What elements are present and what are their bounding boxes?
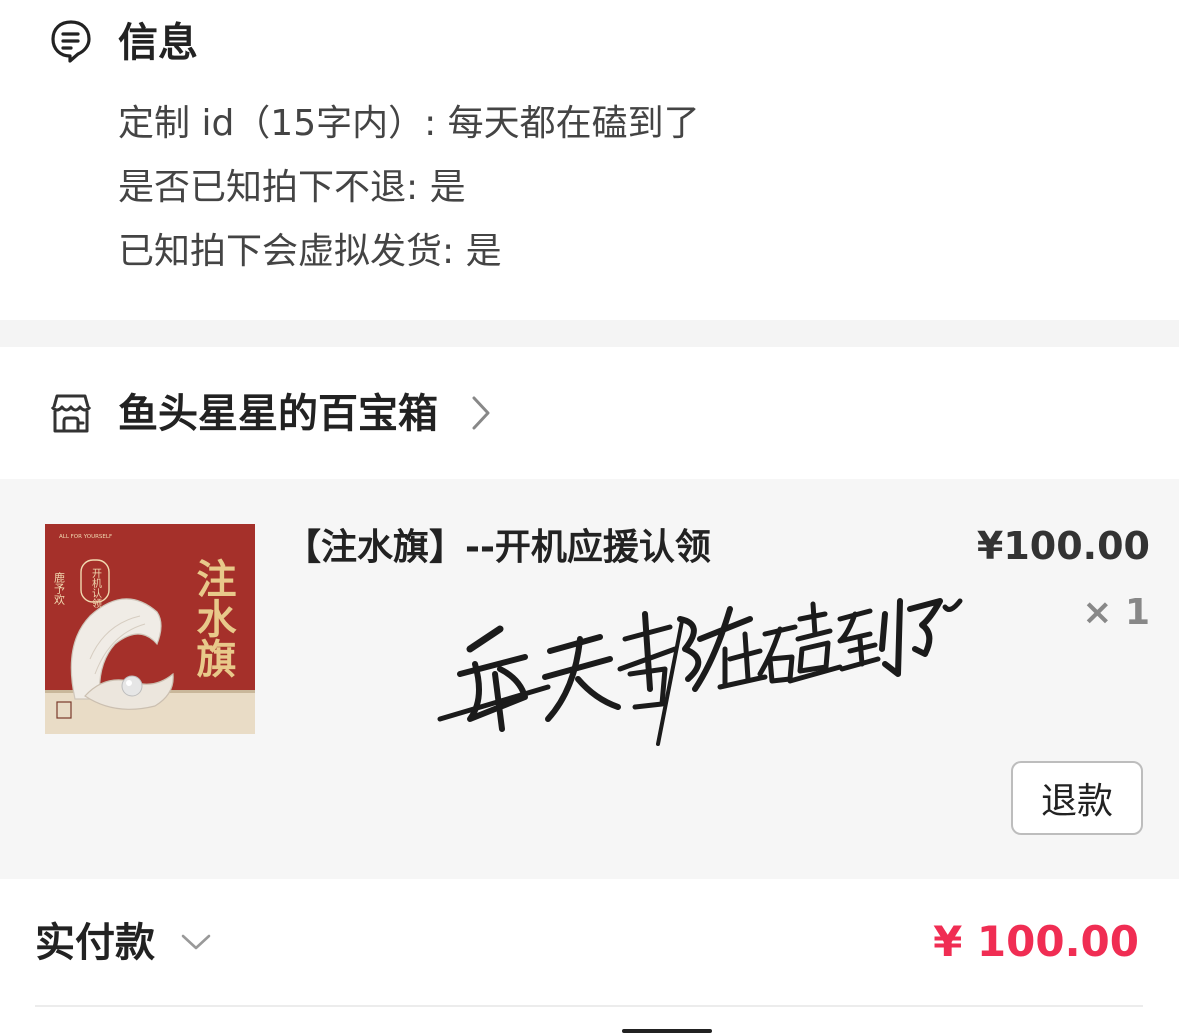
message-note-icon — [51, 20, 91, 63]
thumb-big-text: 注水旗 — [190, 558, 237, 679]
refund-button[interactable]: 退款 — [1011, 761, 1143, 835]
no-refund-ack-line: 是否已知拍下不退: 是 — [118, 167, 466, 208]
info-title: 信息 — [118, 20, 198, 66]
product-thumbnail[interactable]: ALL FOR YOURSELF 鹿予欢 开机认领 注水旗 — [45, 524, 255, 734]
product-title[interactable]: 【注水旗】--开机应援认领 — [285, 525, 711, 571]
divider — [35, 1005, 1143, 1007]
order-detail-page: 信息 定制 id（15字内）: 每天都在磕到了 是否已知拍下不退: 是 已知拍下… — [0, 0, 1179, 1033]
store-icon — [50, 394, 92, 433]
thumb-side-text: 鹿予欢 — [53, 571, 66, 606]
shop-name[interactable]: 鱼头星星的百宝箱 — [118, 389, 438, 439]
home-indicator — [622, 1029, 712, 1033]
virtual-delivery-ack-line: 已知拍下会虚拟发货: 是 — [118, 231, 502, 272]
custom-id-line: 定制 id（15字内）: 每天都在磕到了 — [118, 103, 700, 144]
thumb-top-text: ALL FOR YOURSELF — [59, 534, 112, 540]
product-price: ¥100.00 — [976, 524, 1150, 568]
payment-total-row: 实付款 ¥ 100.00 — [0, 879, 1179, 1033]
paid-amount-value: ¥ 100.00 — [933, 917, 1139, 966]
chevron-right-icon[interactable] — [470, 395, 492, 431]
handwritten-custom-text — [437, 598, 963, 746]
paid-amount-label[interactable]: 实付款 — [35, 919, 155, 967]
order-item[interactable]: ALL FOR YOURSELF 鹿予欢 开机认领 注水旗 【注水旗】--开机应… — [0, 479, 1179, 879]
product-thumbnail-art: ALL FOR YOURSELF 鹿予欢 开机认领 注水旗 — [45, 524, 255, 734]
thumb-badge-text: 开机认领 — [90, 568, 102, 609]
info-section: 信息 定制 id（15字内）: 每天都在磕到了 是否已知拍下不退: 是 已知拍下… — [0, 0, 1179, 320]
info-header — [48, 18, 94, 64]
product-quantity: × 1 — [1082, 592, 1150, 633]
section-gap — [0, 320, 1179, 347]
chevron-down-icon[interactable] — [180, 931, 212, 953]
shop-row[interactable]: 鱼头星星的百宝箱 — [0, 347, 1179, 479]
